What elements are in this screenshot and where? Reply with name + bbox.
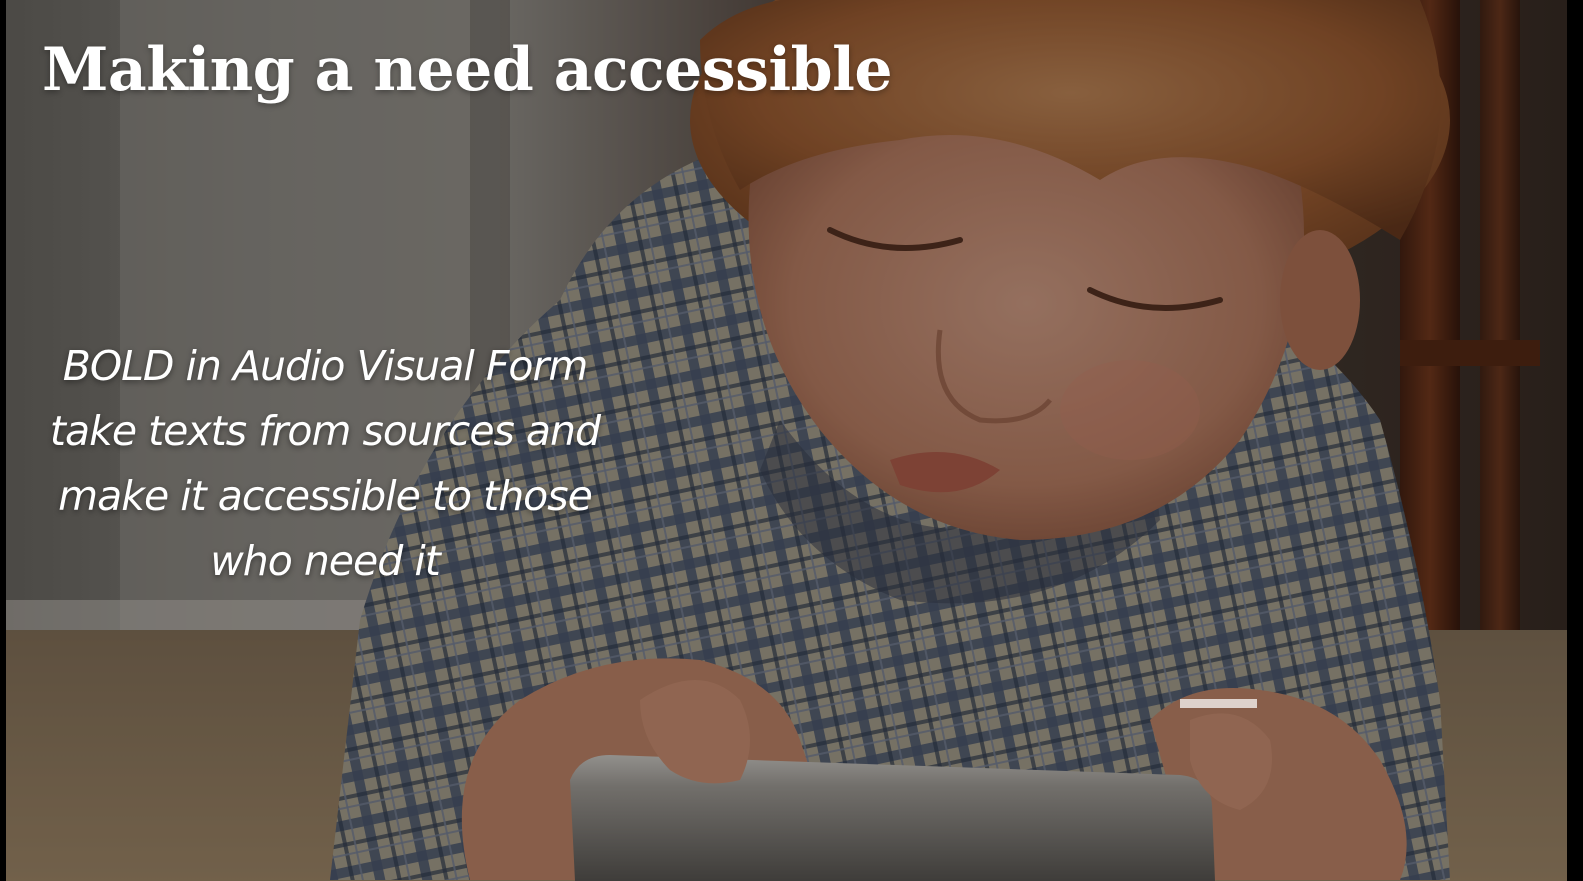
body-line: take texts from sources and: [49, 407, 601, 455]
body-line: who need it: [210, 537, 441, 585]
slide-body-text: BOLD in Audio Visual Form take texts fro…: [20, 334, 630, 594]
slide-progress-mark: [1180, 699, 1257, 708]
body-line: make it accessible to those: [58, 472, 593, 520]
right-letterbox: [1567, 0, 1583, 881]
body-line: BOLD in Audio Visual Form: [62, 342, 589, 390]
slide-title: Making a need accessible: [42, 35, 893, 105]
left-letterbox: [0, 0, 6, 881]
slide: Making a need accessible BOLD in Audio V…: [0, 0, 1583, 881]
